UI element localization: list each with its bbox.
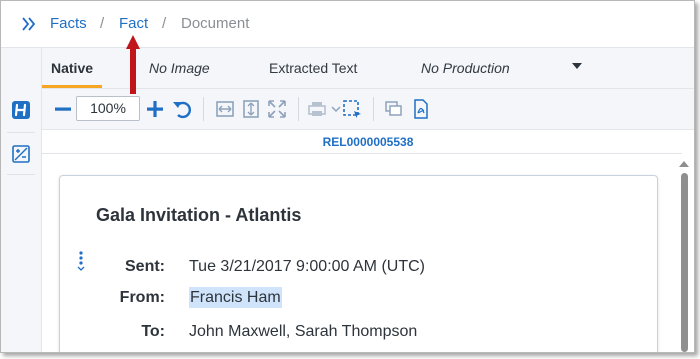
rail-divider	[7, 132, 35, 133]
image-edit-icon[interactable]	[11, 144, 31, 164]
hyperlink-h-icon[interactable]	[11, 100, 31, 120]
email-subject: Gala Invitation - Atlantis	[96, 205, 302, 225]
from-value: Francis Ham	[189, 287, 282, 308]
fit-screen-icon[interactable]	[266, 98, 288, 120]
layers-icon[interactable]	[383, 98, 405, 120]
from-label: From:	[119, 289, 165, 306]
breadcrumb: Facts / Fact / Document	[1, 1, 694, 48]
viewer-window: Facts / Fact / Document Native No Image …	[0, 0, 695, 353]
pdf-icon[interactable]	[410, 98, 432, 120]
expand-panel-icon[interactable]	[19, 14, 39, 34]
tab-no-image[interactable]: No Image	[149, 60, 210, 76]
sent-value: Tue 3/21/2017 9:00:00 AM (UTC)	[189, 258, 425, 275]
zoom-level-input[interactable]: 100%	[76, 96, 140, 121]
rail-divider	[7, 174, 35, 175]
breadcrumb-separator: /	[100, 15, 105, 32]
tab-extracted-text[interactable]: Extracted Text	[269, 60, 357, 76]
fit-height-icon[interactable]	[240, 98, 262, 120]
breadcrumb-separator: /	[162, 15, 167, 32]
annotation-arrow-icon	[126, 35, 140, 94]
highlighted-text: Francis Ham	[189, 287, 282, 308]
to-label: To:	[141, 323, 165, 340]
toolbar-divider	[203, 97, 204, 121]
print-icon[interactable]	[306, 98, 328, 120]
breadcrumb-fact-link[interactable]: Fact	[119, 15, 148, 33]
tabs-dropdown-caret-icon[interactable]	[572, 63, 582, 69]
sent-label: Sent:	[125, 258, 165, 275]
viewer-toolbar: 100%	[42, 89, 694, 130]
zoom-out-icon[interactable]	[52, 98, 74, 120]
scroll-up-arrow-icon[interactable]	[679, 161, 689, 167]
fit-width-icon[interactable]	[214, 98, 236, 120]
vertical-scrollbar[interactable]	[678, 161, 690, 352]
to-value: John Maxwell, Sarah Thompson	[189, 323, 418, 340]
breadcrumb-document: Document	[181, 15, 250, 32]
select-region-icon[interactable]	[341, 98, 363, 120]
toolbar-divider	[373, 97, 374, 121]
zoom-in-icon[interactable]	[144, 98, 166, 120]
undo-rotate-icon[interactable]	[171, 98, 193, 120]
document-control-number: REL0000005538	[322, 135, 414, 149]
scrollbar-thumb[interactable]	[681, 173, 688, 352]
breadcrumb-facts-link[interactable]: Facts	[50, 15, 87, 33]
active-tab-indicator	[42, 85, 102, 88]
tab-no-production[interactable]: No Production	[421, 60, 510, 76]
toolbar-divider	[298, 97, 299, 121]
left-rail	[1, 48, 42, 352]
tab-native[interactable]: Native	[51, 60, 93, 76]
